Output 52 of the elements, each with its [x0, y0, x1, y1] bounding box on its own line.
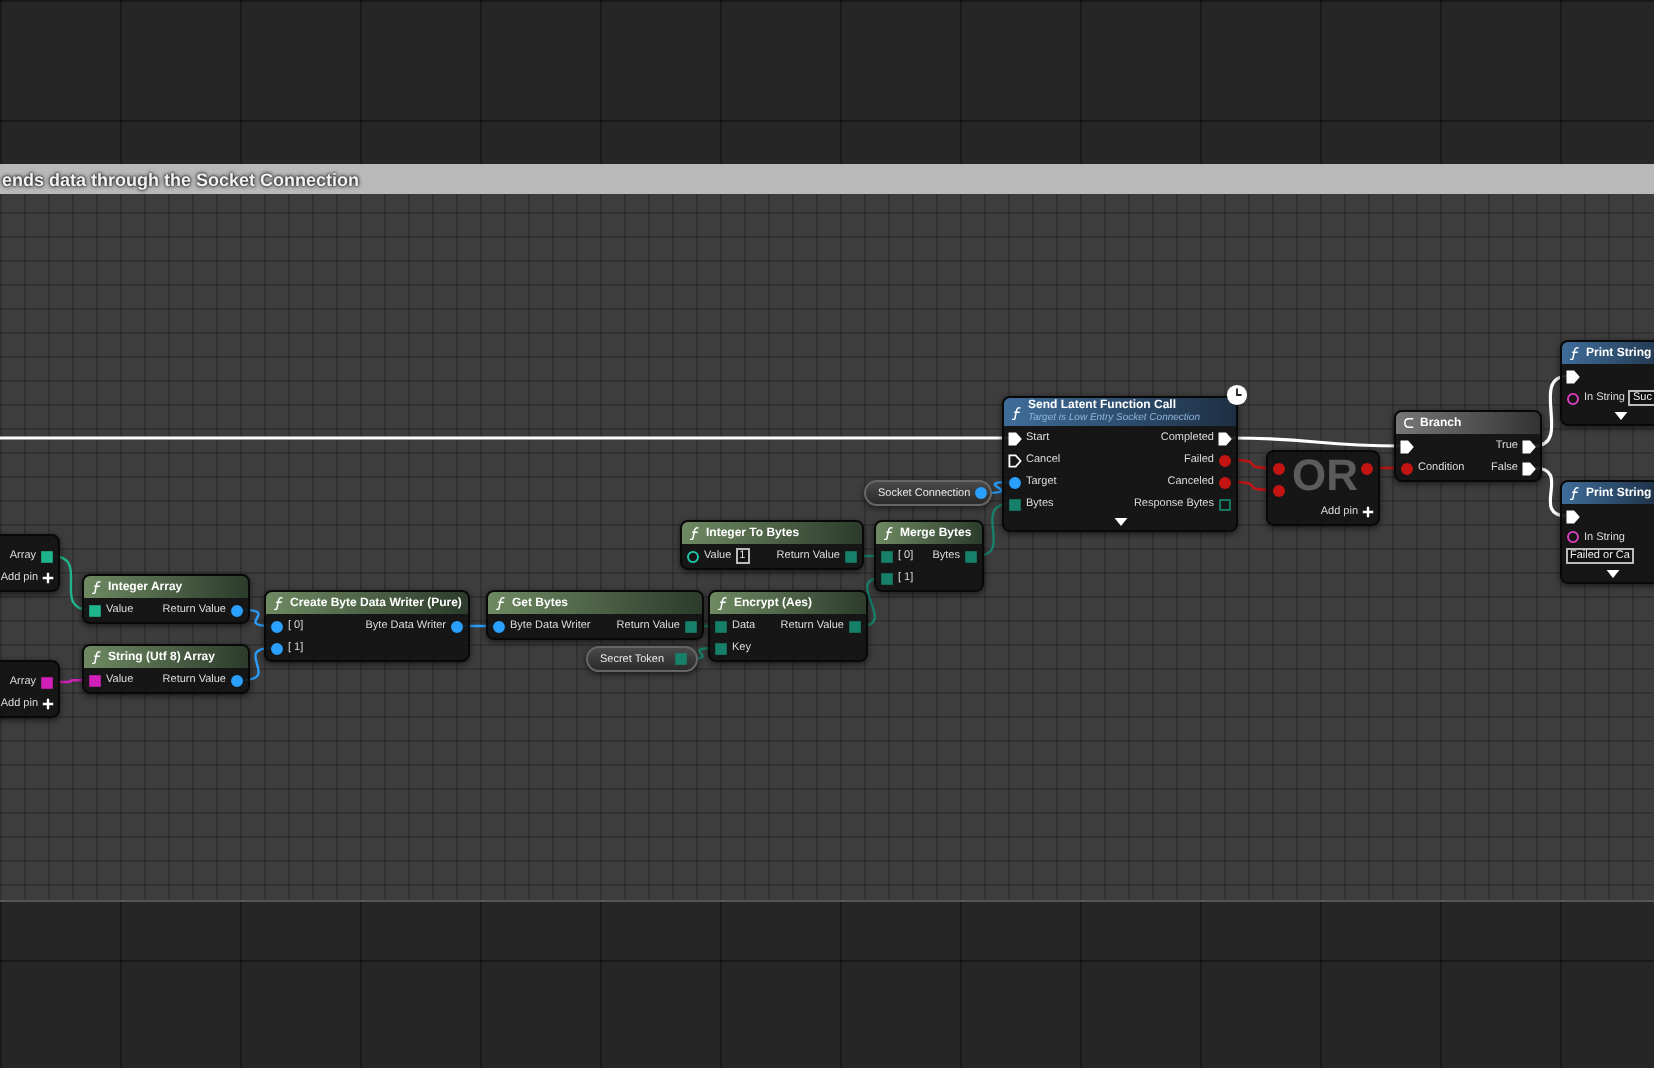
pin-icon[interactable]: [450, 619, 464, 633]
function-icon: [90, 580, 104, 594]
pin-icon[interactable]: [88, 603, 102, 617]
pin-icon[interactable]: [964, 549, 978, 563]
function-icon: [494, 596, 508, 610]
function-icon: [882, 526, 896, 540]
pin-icon[interactable]: [844, 549, 858, 563]
pin-icon[interactable]: [714, 619, 728, 633]
pin-icon[interactable]: [1566, 391, 1580, 405]
exec-pin-icon[interactable]: [1566, 369, 1580, 383]
function-icon: [716, 596, 730, 610]
pin-icon[interactable]: [88, 673, 102, 687]
pin-icon[interactable]: [714, 641, 728, 655]
plus-icon: [1362, 506, 1374, 518]
pin-icon[interactable]: [492, 619, 506, 633]
exec-pin-icon[interactable]: [1218, 431, 1232, 445]
function-icon: [1568, 346, 1582, 360]
exec-pin-icon[interactable]: [1008, 453, 1022, 467]
pin-icon[interactable]: [848, 619, 862, 633]
function-icon: [1010, 405, 1024, 419]
pin-icon[interactable]: [270, 641, 284, 655]
plus-icon: [42, 572, 54, 584]
expand-arrow-icon[interactable]: [1613, 412, 1627, 420]
exec-pin-icon[interactable]: [1008, 431, 1022, 445]
function-icon: [1568, 486, 1582, 500]
exec-pin-icon[interactable]: [1400, 439, 1414, 453]
expand-arrow-icon[interactable]: [1113, 518, 1127, 526]
pin-icon[interactable]: [684, 619, 698, 633]
exec-pin-icon[interactable]: [1522, 439, 1536, 453]
function-icon: [272, 596, 286, 610]
pin-icon[interactable]: [1008, 475, 1022, 489]
pin-icon[interactable]: [230, 603, 244, 617]
exec-pin-icon[interactable]: [1566, 509, 1580, 523]
pin-icon[interactable]: [880, 549, 894, 563]
branch-icon: [1402, 416, 1416, 430]
plus-icon: [42, 698, 54, 710]
pin-icon[interactable]: [974, 486, 989, 500]
pin-icon[interactable]: [686, 549, 700, 563]
pin-icon[interactable]: [1566, 530, 1580, 544]
pin-icon[interactable]: [230, 673, 244, 687]
pin-icon[interactable]: [40, 549, 54, 563]
comment-title: ends data through the Socket Connection: [2, 169, 360, 189]
function-icon: [90, 650, 104, 664]
pin-icon[interactable]: [880, 571, 894, 585]
operator-label: OR: [1292, 450, 1358, 502]
exec-pin-icon[interactable]: [1522, 461, 1536, 475]
pin-icon[interactable]: [1218, 497, 1232, 511]
pin-icon[interactable]: [40, 675, 54, 689]
expand-arrow-icon[interactable]: [1605, 570, 1619, 578]
function-icon: [688, 526, 702, 540]
pin-icon[interactable]: [1008, 497, 1022, 511]
pin-icon[interactable]: [270, 619, 284, 633]
